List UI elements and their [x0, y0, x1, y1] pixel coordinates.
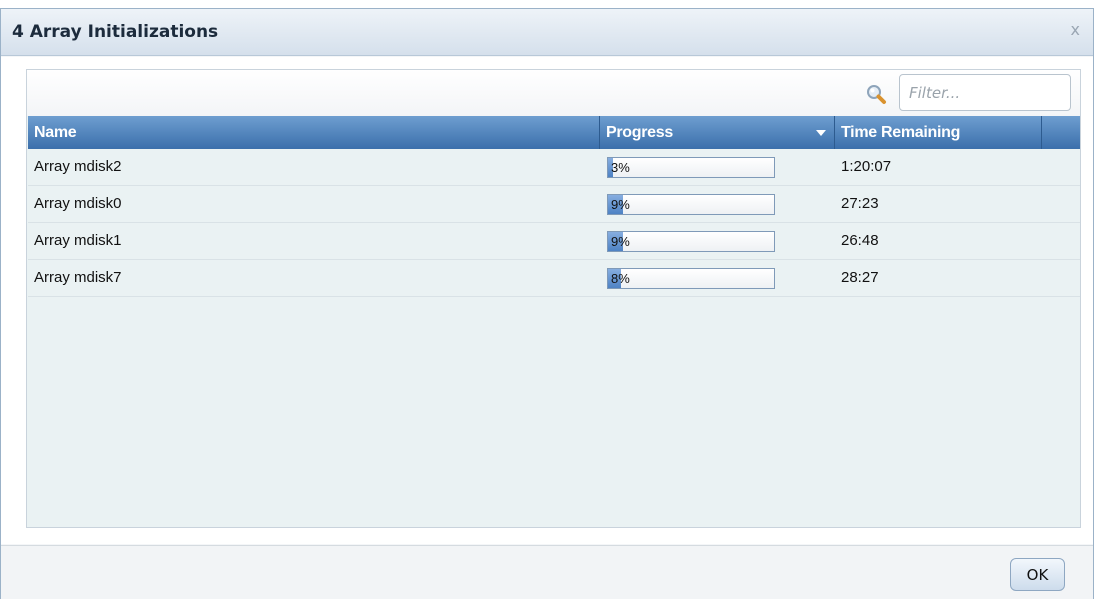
progress-bar: 8%	[607, 268, 775, 289]
row-time-remaining: 26:48	[841, 232, 879, 249]
column-header-name[interactable]: Name	[28, 116, 600, 149]
sort-descending-icon[interactable]	[816, 130, 826, 136]
column-header-progress-label: Progress	[606, 124, 673, 141]
dialog-content: Name Progress Time Remaining Array mdisk…	[1, 57, 1093, 544]
row-time-remaining: 28:27	[841, 269, 879, 286]
table-row[interactable]: Array mdisk2 3% 1:20:07	[28, 149, 1080, 186]
column-header-time-remaining[interactable]: Time Remaining	[835, 116, 1042, 149]
progress-bar: 3%	[607, 157, 775, 178]
table-header: Name Progress Time Remaining	[28, 116, 1080, 149]
column-header-spacer	[1042, 116, 1080, 149]
progress-label: 3%	[611, 160, 630, 175]
initializations-grid: Name Progress Time Remaining Array mdisk…	[26, 69, 1081, 528]
dialog-footer: OK	[1, 545, 1093, 599]
table-row[interactable]: Array mdisk1 9% 26:48	[28, 223, 1080, 260]
row-time-remaining: 1:20:07	[841, 158, 892, 175]
array-initializations-dialog: 4 Array Initializations x Name Progress …	[0, 8, 1094, 599]
table-body: Array mdisk2 3% 1:20:07 Array mdisk0 9% …	[28, 149, 1080, 297]
row-name: Array mdisk1	[34, 232, 122, 249]
row-name: Array mdisk0	[34, 195, 122, 212]
column-header-progress[interactable]: Progress	[600, 116, 835, 149]
progress-bar: 9%	[607, 231, 775, 252]
table-row[interactable]: Array mdisk0 9% 27:23	[28, 186, 1080, 223]
search-icon[interactable]	[865, 83, 887, 105]
filter-input[interactable]	[899, 74, 1071, 111]
grid-toolbar	[27, 70, 1080, 116]
progress-label: 9%	[611, 234, 630, 249]
progress-label: 8%	[611, 271, 630, 286]
dialog-title: 4 Array Initializations	[12, 22, 219, 42]
progress-label: 9%	[611, 197, 630, 212]
table-row[interactable]: Array mdisk7 8% 28:27	[28, 260, 1080, 297]
dialog-titlebar[interactable]: 4 Array Initializations x	[1, 9, 1093, 56]
ok-button[interactable]: OK	[1010, 558, 1065, 591]
progress-bar: 9%	[607, 194, 775, 215]
close-icon[interactable]: x	[1071, 20, 1080, 39]
row-name: Array mdisk7	[34, 269, 122, 286]
row-name: Array mdisk2	[34, 158, 122, 175]
row-time-remaining: 27:23	[841, 195, 879, 212]
